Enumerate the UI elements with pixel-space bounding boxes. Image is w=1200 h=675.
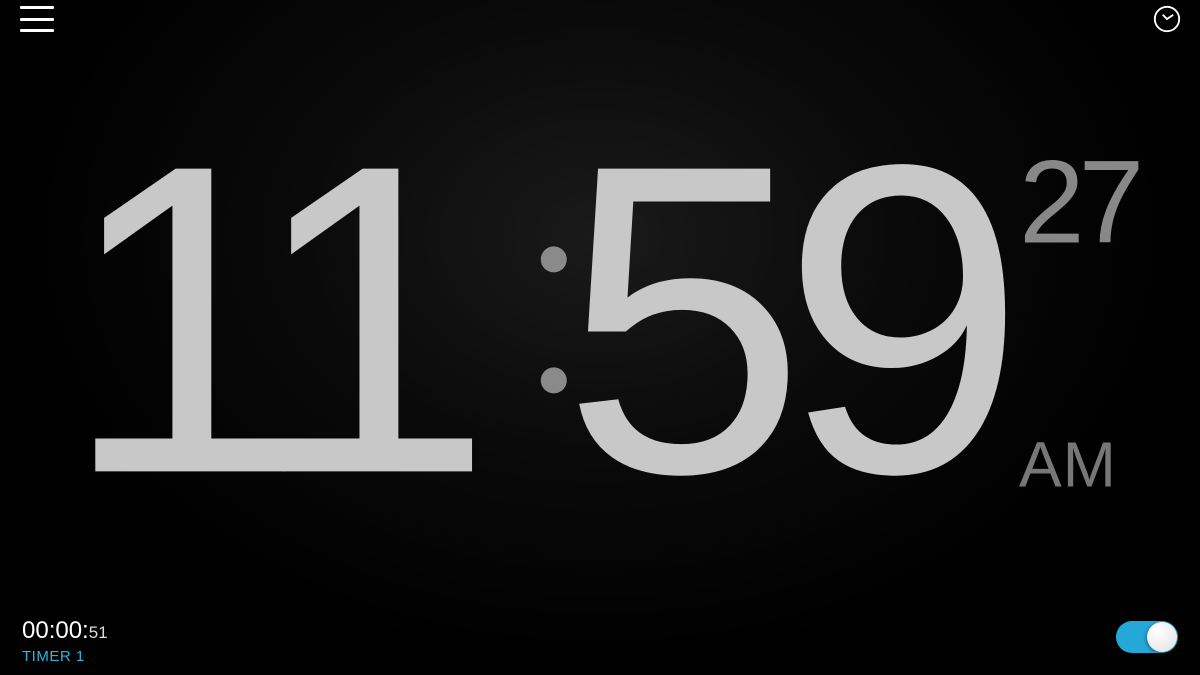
toggle-knob [1147, 622, 1177, 652]
clock-icon [1152, 4, 1182, 34]
timer-elapsed: 00:00:51 [22, 617, 108, 645]
timer-toggle[interactable] [1116, 621, 1178, 653]
main-clock-display: 11 59 27 AM [62, 144, 1138, 496]
timer-info[interactable]: 00:00:51 TIMER 1 [22, 617, 108, 665]
clock-minutes: 59 [562, 144, 1001, 496]
menu-button[interactable] [20, 6, 54, 32]
timer-label: TIMER 1 [22, 648, 108, 665]
menu-icon-bar [20, 29, 54, 32]
menu-icon-bar [20, 18, 54, 21]
footer-bar: 00:00:51 TIMER 1 [0, 617, 1200, 665]
alarm-button[interactable] [1152, 4, 1182, 34]
menu-icon-bar [20, 6, 54, 9]
clock-hours: 11 [62, 144, 469, 496]
clock-seconds: 27 [1019, 152, 1138, 252]
clock-ampm: AM [1019, 432, 1117, 496]
